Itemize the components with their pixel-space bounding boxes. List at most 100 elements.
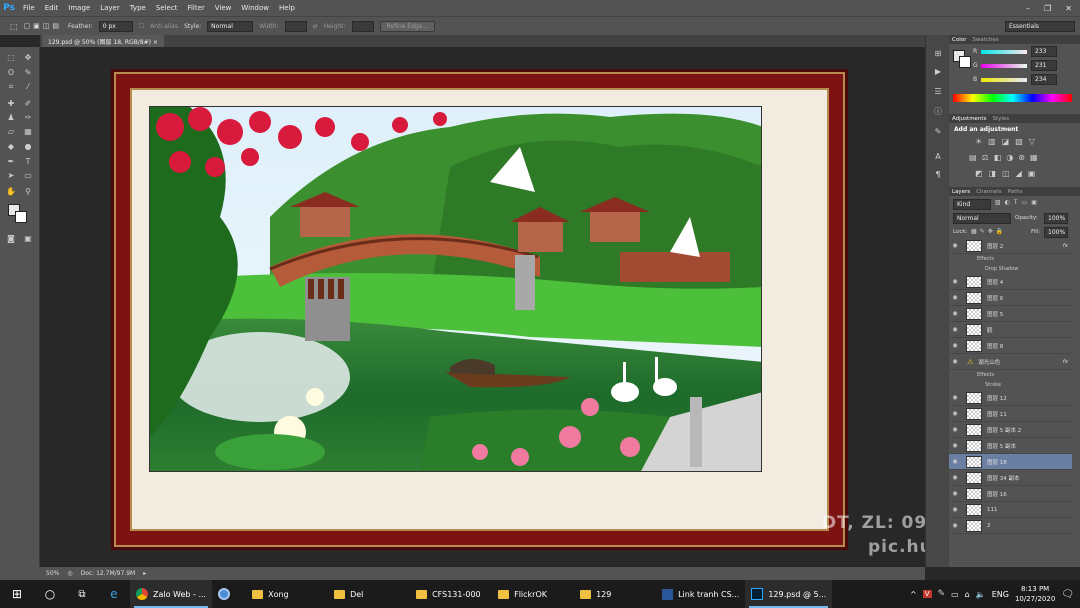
blend-mode-select[interactable]: Normal [953,213,1011,224]
layer-row[interactable]: ◉ 图层 16 [949,486,1072,502]
adjustment-icons-row-3[interactable]: ◩◨◫◢▣ [975,169,1041,178]
visibility-eye-icon[interactable]: ◉ [949,242,961,249]
visibility-eye-icon[interactable]: ◉ [949,490,961,497]
tab-adjustments[interactable]: Adjustments [952,116,986,122]
visibility-eye-icon[interactable]: ◉ [949,474,961,481]
tray-overflow-icon[interactable]: ^ [910,590,917,599]
layer-row[interactable]: ◉ 图层 11 [949,406,1072,422]
blur-icon[interactable]: ◆ [5,142,17,152]
menu-help[interactable]: Help [274,4,300,12]
tray-app2-icon[interactable]: ✎ [938,589,946,599]
adjustment-icons-row-1[interactable]: ☀▥◪▧▽ [975,137,1041,146]
height-input[interactable] [351,20,374,32]
visibility-eye-icon[interactable]: ◉ [949,442,961,449]
visibility-eye-icon[interactable]: ◉ [949,394,961,401]
taskbar-app-button[interactable]: Link tranh CS... [656,580,745,608]
visibility-eye-icon[interactable]: ◉ [949,358,961,365]
visibility-eye-icon[interactable]: ◉ [949,294,961,301]
tray-app-icon[interactable]: V [922,590,932,598]
history-panel-icon[interactable]: ⊞ [932,49,944,59]
battery-icon[interactable]: ▭ [951,590,959,599]
visibility-eye-icon[interactable]: ◉ [949,426,961,433]
refine-edge-button[interactable]: Refine Edge... [379,20,436,32]
taskbar-app-button[interactable]: Del [328,580,410,608]
actions-panel-icon[interactable]: ▶ [932,67,944,77]
notification-icon[interactable]: 🗨 [1061,589,1074,600]
lock-icons[interactable]: ▦✎✥🔒 [971,228,1006,235]
maximize-button[interactable]: ❐ [1044,4,1051,13]
layer-effect-row[interactable]: Effects [949,370,1072,380]
visibility-eye-icon[interactable]: ◉ [949,522,961,529]
type-icon[interactable]: T [22,157,34,167]
crop-icon[interactable]: ⌗ [5,82,17,92]
network-icon[interactable]: ⌂ [965,590,970,599]
width-input[interactable] [284,20,307,32]
marquee-icon[interactable]: ⬚ [5,53,17,63]
menu-window[interactable]: Window [236,4,274,12]
tab-layers[interactable]: Layers [952,189,970,195]
quick-select-icon[interactable]: ✎ [22,68,34,78]
menu-select[interactable]: Select [151,4,183,12]
zoom-level[interactable]: 50% [46,570,59,577]
edge-button[interactable]: e [98,580,130,608]
channel-g-slider[interactable] [981,64,1027,68]
panel-bg-swatch[interactable] [959,56,971,68]
layer-row[interactable]: ◉ 图层 5 [949,306,1072,322]
tab-paths[interactable]: Paths [1008,189,1023,195]
visibility-eye-icon[interactable]: ◉ [949,506,961,513]
layer-row[interactable]: ◉ 图层 5 副本 2 [949,422,1072,438]
tab-swatches[interactable]: Swatches [972,37,998,43]
feather-input[interactable]: 0 px [98,20,133,32]
layer-fx-icon[interactable]: fx [1063,359,1068,365]
menu-view[interactable]: View [210,4,237,12]
language-indicator[interactable]: ENG [992,590,1009,599]
layer-row[interactable]: ◉ 111 [949,502,1072,518]
layer-kind-filter[interactable]: Kind [953,199,991,210]
menu-image[interactable]: Image [63,4,95,12]
menu-filter[interactable]: Filter [182,4,209,12]
workspace-select[interactable]: Essentials [1005,20,1075,32]
paragraph-panel-icon[interactable]: ¶ [932,170,944,180]
tab-color[interactable]: Color [952,37,966,43]
background-color-swatch[interactable] [15,211,27,223]
canvas-area[interactable]: DT, ZL: 0966.115.625 pic.hutex.net [40,47,1044,567]
layer-row[interactable]: ◉ 图层 8 [949,338,1072,354]
zoom-icon[interactable]: ⚲ [22,187,34,197]
taskbar-app-button[interactable]: FlickrOK [492,580,574,608]
path-select-icon[interactable]: ➤ [5,171,17,181]
visibility-eye-icon[interactable]: ◉ [949,326,961,333]
layer-row[interactable]: ◉ 图层 34 副本 [949,470,1072,486]
menu-edit[interactable]: Edit [40,4,64,12]
layer-row[interactable]: ◉ 图层 5 副本 [949,438,1072,454]
properties-panel-icon[interactable]: ☰ [932,87,944,97]
channel-r-input[interactable]: 233 [1031,46,1057,57]
adjustment-icons-row-2[interactable]: ▤⚖◧◑⊛▦ [969,153,1043,162]
taskbar-app-button[interactable]: CFS131-000 [410,580,492,608]
volume-icon[interactable]: 🔈 [976,590,986,599]
brush-icon[interactable]: ✐ [22,99,34,109]
move-icon[interactable]: ✥ [22,53,34,63]
menu-layer[interactable]: Layer [95,4,125,12]
antialias-checkbox[interactable]: ☐ [139,23,144,30]
layer-effect-row[interactable]: Effects [949,254,1072,264]
layer-row[interactable]: ◉ 图层 4 [949,274,1072,290]
channel-g-input[interactable]: 231 [1031,60,1057,71]
lasso-icon[interactable]: ʘ [5,68,17,78]
menu-type[interactable]: Type [125,4,151,12]
taskbar-app-button[interactable] [212,580,246,608]
selection-mode-icons[interactable]: ▢▣◫▤ [24,22,62,30]
menu-file[interactable]: File [18,4,40,12]
layer-row[interactable]: ◉ 图层 18 [949,454,1072,470]
screen-mode-icon[interactable]: ▣ [22,234,34,244]
info-panel-icon[interactable]: ⓘ [932,107,944,117]
quick-mask-icon[interactable]: ◙ [5,234,17,244]
start-button[interactable]: ⊞ [0,580,34,608]
channel-b-input[interactable]: 234 [1031,74,1057,85]
opacity-input[interactable]: 100% [1044,213,1068,224]
layer-filter-icons[interactable]: ▨◐T▭▣ [995,199,1041,206]
layer-effect-row[interactable]: Drop Shadow [949,264,1072,274]
document-tab[interactable]: 129.psd @ 50% (图层 18, RGB/8#) × [42,35,164,47]
search-button[interactable]: ○ [34,580,66,608]
visibility-eye-icon[interactable]: ◉ [949,458,961,465]
close-button[interactable]: ✕ [1065,4,1072,13]
